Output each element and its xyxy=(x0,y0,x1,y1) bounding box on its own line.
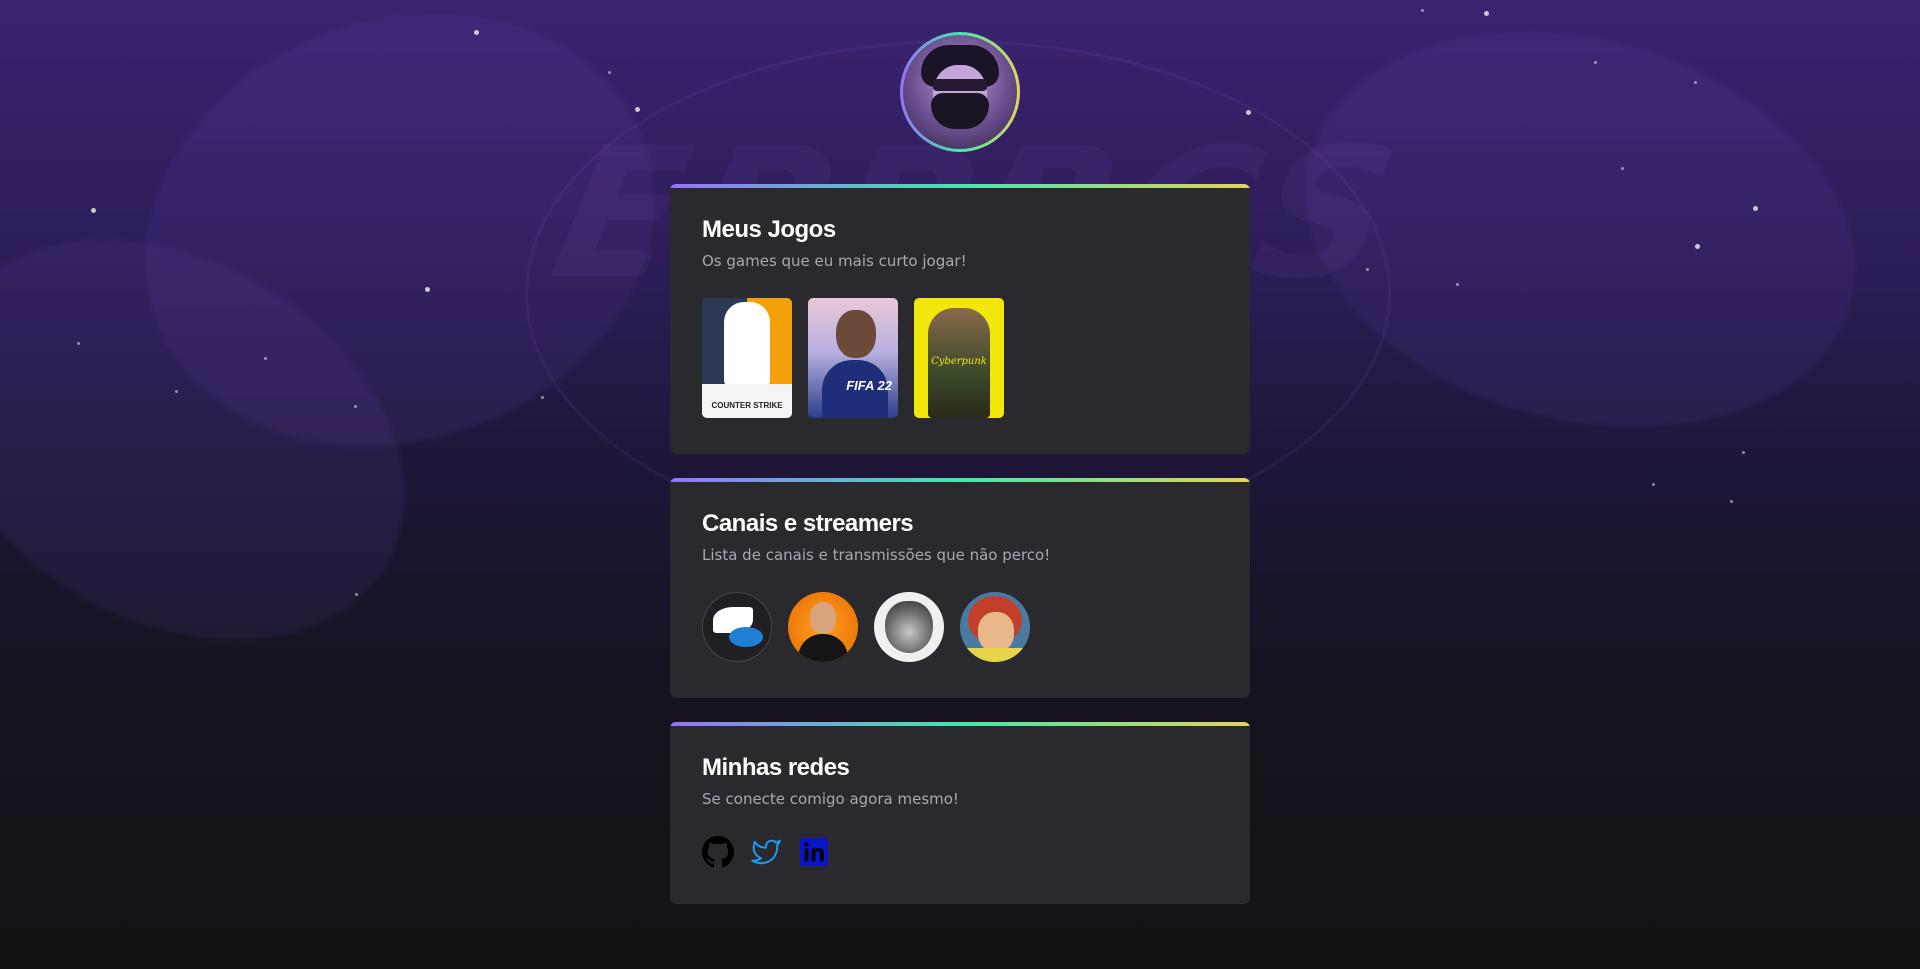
star xyxy=(1695,244,1700,249)
star xyxy=(425,287,430,292)
networks-card: Minhas redes Se conecte comigo agora mes… xyxy=(670,722,1250,904)
star xyxy=(1652,483,1655,486)
github-link[interactable] xyxy=(702,836,734,868)
star xyxy=(77,342,80,345)
social-links xyxy=(702,836,1218,868)
game-logo: Cyberpunk xyxy=(931,356,987,367)
star xyxy=(474,30,479,35)
star xyxy=(91,208,96,213)
streamers-list xyxy=(702,592,1218,662)
star xyxy=(541,396,544,399)
streamers-card: Canais e streamers Lista de canais e tra… xyxy=(670,478,1250,698)
star xyxy=(1753,206,1758,211)
games-card-subtitle: Os games que eu mais curto jogar! xyxy=(702,252,967,270)
streamer-avatar-2[interactable] xyxy=(788,592,858,662)
star xyxy=(1421,9,1424,12)
shoe-icon xyxy=(729,627,763,647)
streamer-avatar-1[interactable] xyxy=(702,592,772,662)
streamer-avatar-4[interactable] xyxy=(960,592,1030,662)
avatar xyxy=(903,35,1017,149)
star xyxy=(355,593,358,596)
star xyxy=(1366,268,1369,271)
star xyxy=(1730,500,1733,503)
streamer-avatar-3[interactable] xyxy=(874,592,944,662)
games-list: COUNTER STRIKE FIFA 22 Cyberpunk xyxy=(702,298,1218,418)
star xyxy=(1456,283,1459,286)
profile-avatar[interactable] xyxy=(900,32,1020,152)
player-head xyxy=(836,310,876,358)
soldier-silhouette xyxy=(724,302,770,388)
game-fifa-22[interactable]: FIFA 22 xyxy=(808,298,898,418)
star xyxy=(1484,11,1489,16)
github-icon xyxy=(702,836,734,868)
star xyxy=(1742,451,1745,454)
twitter-link[interactable] xyxy=(750,836,782,868)
star xyxy=(264,357,267,360)
star xyxy=(608,71,611,74)
main-container: Meus Jogos Os games que eu mais curto jo… xyxy=(670,0,1250,904)
star xyxy=(1694,81,1697,84)
linkedin-link[interactable] xyxy=(798,836,830,868)
game-cyberpunk[interactable]: Cyberpunk xyxy=(914,298,1004,418)
networks-card-title: Minhas redes xyxy=(702,754,850,781)
networks-card-subtitle: Se conecte comigo agora mesmo! xyxy=(702,790,959,808)
tiger-icon xyxy=(885,601,933,653)
linkedin-icon xyxy=(800,838,828,866)
star xyxy=(1621,167,1624,170)
star xyxy=(175,390,178,393)
games-card: Meus Jogos Os games que eu mais curto jo… xyxy=(670,184,1250,454)
star xyxy=(635,107,640,112)
streamers-card-title: Canais e streamers xyxy=(702,510,914,537)
game-logo: COUNTER STRIKE xyxy=(711,401,783,410)
games-card-title: Meus Jogos xyxy=(702,216,836,243)
star xyxy=(1594,61,1597,64)
streamers-card-subtitle: Lista de canais e transmissões que não p… xyxy=(702,546,1051,564)
game-logo: FIFA 22 xyxy=(846,378,892,393)
twitter-icon xyxy=(751,839,781,865)
game-counter-strike[interactable]: COUNTER STRIKE xyxy=(702,298,792,418)
star xyxy=(354,405,357,408)
